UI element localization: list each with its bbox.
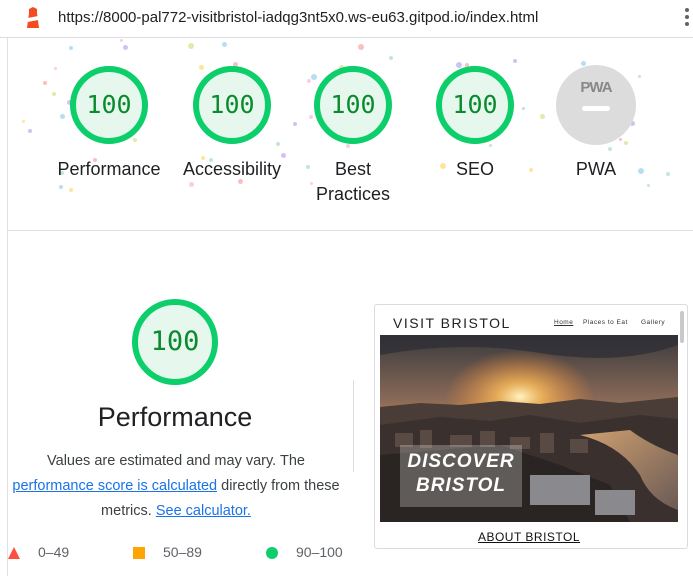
gauge-label: SEO xyxy=(455,159,494,179)
confetti-dot xyxy=(60,114,65,119)
gauge-score: 100 xyxy=(330,90,376,119)
gauge-label-line: Best xyxy=(334,159,372,179)
confetti-dot xyxy=(389,56,393,60)
confetti-dot xyxy=(69,188,73,192)
confetti-dot xyxy=(22,120,25,123)
confetti-dot xyxy=(624,141,628,145)
gauge-score: 100 xyxy=(86,90,132,119)
gauge-accessibility[interactable]: 100 xyxy=(192,65,272,145)
confetti-dot xyxy=(513,59,517,63)
confetti-dot xyxy=(608,147,612,151)
hero-image: DISCOVER BRISTOL xyxy=(380,335,678,522)
hero-heading-line: BRISTOL xyxy=(415,475,507,496)
confetti-dot xyxy=(522,107,525,110)
confetti-dot xyxy=(59,185,63,189)
pwa-badge-icon: PWA xyxy=(580,79,612,96)
confetti-dot xyxy=(54,67,57,70)
more-menu-icon[interactable] xyxy=(684,8,690,30)
confetti-dot xyxy=(647,184,650,187)
hero-heading-line: DISCOVER xyxy=(407,451,515,472)
gauge-label: Best Practices xyxy=(283,157,423,207)
site-nav-gallery: Gallery xyxy=(641,319,666,326)
confetti-dot xyxy=(293,122,297,126)
confetti-dot xyxy=(43,81,47,85)
triangle-icon xyxy=(8,547,20,559)
url-text[interactable]: https://8000-pal772-visitbristol-iadqg3n… xyxy=(58,9,538,26)
confetti-dot xyxy=(52,92,56,96)
confetti-dot xyxy=(120,39,123,42)
gauge-label: Performance xyxy=(57,159,161,179)
confetti-dot xyxy=(189,182,194,187)
legend-range: 90–100 xyxy=(296,544,343,560)
section-divider xyxy=(353,380,354,472)
confetti-dot xyxy=(638,75,641,78)
confetti-dot xyxy=(123,45,128,50)
performance-score: 100 xyxy=(150,326,200,357)
performance-title: Performance xyxy=(97,402,253,432)
performance-description: Values are estimated and may vary. The p… xyxy=(0,449,352,524)
legend-range: 50–89 xyxy=(163,544,202,560)
circle-icon xyxy=(266,547,278,559)
gauge-score: 100 xyxy=(209,90,255,119)
gauge-label-line: Practices xyxy=(315,184,391,204)
confetti-dot xyxy=(619,138,622,141)
description-text: metrics. xyxy=(101,503,156,519)
pwa-dash-icon xyxy=(582,106,610,111)
confetti-dot xyxy=(28,129,32,133)
confetti-dot xyxy=(666,172,670,176)
address-bar: https://8000-pal772-visitbristol-iadqg3n… xyxy=(0,0,693,38)
gauge-seo[interactable]: 100 xyxy=(435,65,515,145)
see-calculator-link[interactable]: See calculator. xyxy=(156,503,251,519)
confetti-dot xyxy=(222,42,227,47)
confetti-dot xyxy=(188,43,194,49)
performance-gauge: 100 xyxy=(131,298,219,386)
confetti-dot xyxy=(358,44,364,50)
legend-range: 0–49 xyxy=(38,544,70,560)
description-text: directly from these xyxy=(217,478,340,494)
screenshot-scrollbar xyxy=(680,311,684,343)
site-nav-places: Places to Eat xyxy=(583,319,628,326)
square-icon xyxy=(133,547,145,559)
confetti-dot xyxy=(540,114,545,119)
gauge-label: Accessibility xyxy=(182,159,282,179)
description-line: Values are estimated and may vary. The xyxy=(47,453,305,469)
about-heading: ABOUT BRISTOL xyxy=(477,530,581,544)
page-screenshot[interactable]: VISIT BRISTOL Home Places to Eat Gallery xyxy=(374,304,688,549)
description-line: performance score is calculated directly… xyxy=(0,474,352,499)
confetti-dot xyxy=(276,142,280,146)
lighthouse-icon xyxy=(27,7,39,28)
hero-heading: DISCOVER BRISTOL xyxy=(400,445,522,507)
gauge-pwa[interactable]: PWA xyxy=(556,65,636,145)
confetti-dot xyxy=(69,46,73,50)
score-calculated-link[interactable]: performance score is calculated xyxy=(12,478,217,494)
gauge-best-practices[interactable]: 100 xyxy=(313,65,393,145)
gauge-performance[interactable]: 100 xyxy=(69,65,149,145)
description-line: metrics. See calculator. xyxy=(0,499,352,524)
site-brand: VISIT BRISTOL xyxy=(393,315,511,331)
score-summary: 100 Performance 100 Accessibility 100 Be… xyxy=(8,39,693,231)
site-nav-home: Home xyxy=(554,319,574,326)
gauge-score: 100 xyxy=(452,90,498,119)
gauge-label: PWA xyxy=(575,159,617,179)
confetti-dot xyxy=(307,79,311,83)
